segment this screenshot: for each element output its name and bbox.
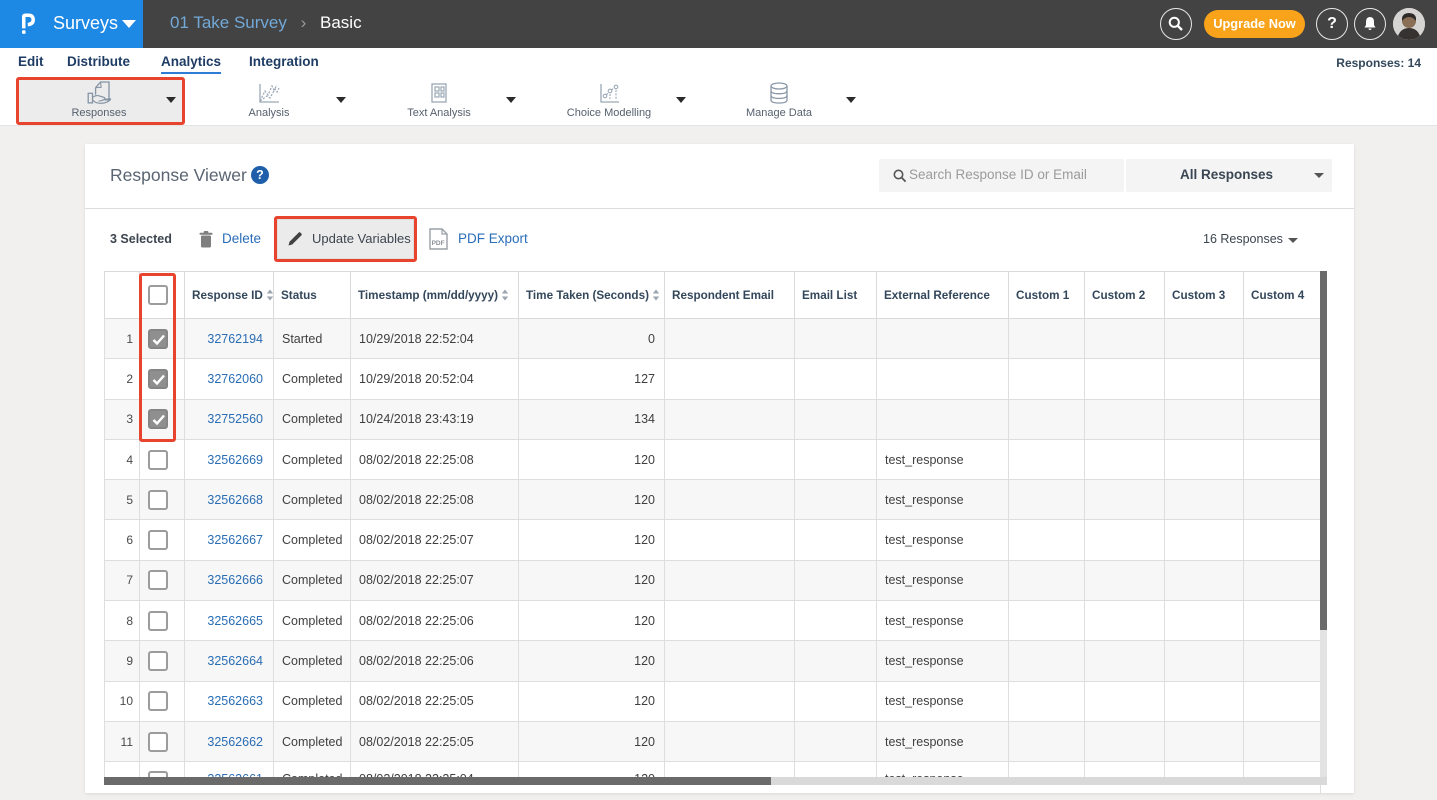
svg-text:PDF: PDF bbox=[432, 240, 445, 247]
